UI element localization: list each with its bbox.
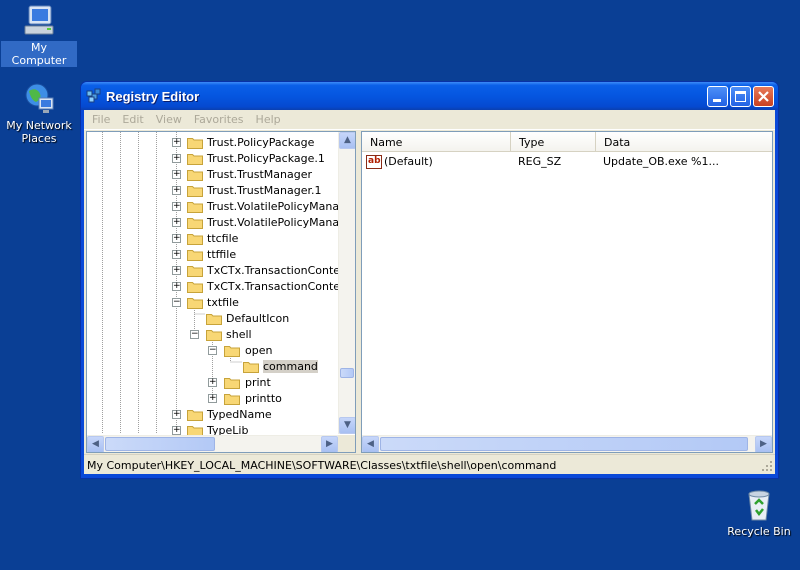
scroll-left-button[interactable]: ◀ (87, 436, 104, 452)
folder-icon (206, 314, 222, 325)
expand-icon[interactable]: + (172, 410, 181, 419)
desktop-icon-recycle-bin[interactable]: Recycle Bin (721, 488, 797, 538)
expand-icon[interactable]: + (172, 202, 181, 211)
title-bar[interactable]: Registry Editor (81, 82, 778, 110)
values-horizontal-scrollbar[interactable]: ◀ ▶ (362, 435, 772, 452)
folder-icon (224, 394, 240, 405)
expand-icon[interactable]: + (208, 378, 217, 387)
value-type: REG_SZ (518, 155, 562, 168)
column-data[interactable]: Data (596, 132, 772, 151)
computer-icon (21, 4, 57, 38)
collapse-icon[interactable]: − (208, 346, 217, 355)
folder-icon (187, 154, 203, 165)
folder-icon (187, 282, 203, 293)
expand-icon[interactable]: + (172, 138, 181, 147)
maximize-button[interactable] (730, 85, 751, 107)
expand-icon[interactable]: + (172, 426, 181, 435)
folder-icon (187, 266, 203, 277)
minimize-icon (713, 98, 721, 102)
menu-favorites[interactable]: Favorites (188, 113, 250, 126)
collapse-icon[interactable]: − (172, 298, 181, 307)
folder-open-icon (206, 330, 222, 341)
tree-horizontal-scrollbar[interactable]: ◀ ▶ (87, 435, 338, 452)
folder-icon (187, 218, 203, 229)
expand-icon[interactable]: + (172, 266, 181, 275)
column-type[interactable]: Type (511, 132, 596, 151)
menu-bar: File Edit View Favorites Help (84, 110, 775, 130)
expand-icon[interactable]: + (172, 154, 181, 163)
menu-view[interactable]: View (150, 113, 188, 126)
folder-icon (224, 378, 240, 389)
desktop-icon-my-network-places[interactable]: My Network Places (1, 82, 77, 145)
tree-vertical-scrollbar[interactable]: ▲ ▼ (338, 132, 355, 434)
value-row[interactable]: ab (Default) REG_SZ Update_OB.exe %1... (362, 153, 772, 170)
folder-open-icon (224, 346, 240, 357)
value-data: Update_OB.exe %1... (603, 155, 719, 168)
resize-grip-icon[interactable] (761, 460, 773, 472)
scroll-down-button[interactable]: ▼ (339, 417, 355, 434)
folder-open-icon (243, 362, 259, 373)
folder-icon (187, 234, 203, 245)
menu-help[interactable]: Help (250, 113, 287, 126)
column-header: Name Type Data (362, 132, 772, 152)
scroll-left-button[interactable]: ◀ (362, 436, 379, 452)
status-bar: My Computer\HKEY_LOCAL_MACHINE\SOFTWARE\… (84, 454, 775, 474)
expand-icon[interactable]: + (172, 186, 181, 195)
expand-icon[interactable]: + (172, 170, 181, 179)
status-path: My Computer\HKEY_LOCAL_MACHINE\SOFTWARE\… (87, 459, 557, 472)
column-name[interactable]: Name (362, 132, 511, 151)
window-client-area: File Edit View Favorites Help + Trust.Po… (84, 110, 775, 474)
registry-editor-window: Registry Editor File Edit View Favorites… (80, 81, 779, 479)
expand-icon[interactable]: + (172, 218, 181, 227)
expand-icon[interactable]: + (172, 282, 181, 291)
scroll-thumb[interactable] (380, 437, 748, 451)
menu-file[interactable]: File (86, 113, 116, 126)
expand-icon[interactable]: + (172, 250, 181, 259)
folder-icon (187, 138, 203, 149)
scroll-thumb[interactable] (105, 437, 215, 451)
close-button[interactable] (753, 85, 774, 107)
desktop-icon-my-computer[interactable]: My Computer (1, 4, 77, 67)
maximize-icon (735, 90, 746, 102)
collapse-icon[interactable]: − (190, 330, 199, 339)
folder-icon (187, 186, 203, 197)
recycle-bin-icon (741, 488, 777, 522)
folder-open-icon (187, 298, 203, 309)
expand-icon[interactable]: + (172, 234, 181, 243)
expand-icon[interactable]: + (208, 394, 217, 403)
folder-icon (187, 170, 203, 181)
scroll-right-button[interactable]: ▶ (755, 436, 772, 452)
folder-icon (187, 250, 203, 261)
network-places-icon (21, 82, 57, 116)
scroll-right-button[interactable]: ▶ (321, 436, 338, 452)
folder-icon (187, 202, 203, 213)
window-title: Registry Editor (106, 88, 200, 104)
string-value-icon: ab (366, 155, 382, 169)
registry-tree-pane[interactable]: + Trust.PolicyPackage + Trust.PolicyPack… (86, 131, 356, 453)
folder-icon (187, 410, 203, 421)
registry-editor-icon (86, 88, 102, 104)
registry-values-pane[interactable]: Name Type Data ab (Default) REG_SZ Updat… (361, 131, 773, 453)
menu-edit[interactable]: Edit (116, 113, 149, 126)
scroll-up-button[interactable]: ▲ (339, 132, 355, 149)
scroll-thumb[interactable] (340, 368, 354, 378)
close-icon (758, 90, 769, 102)
value-name: (Default) (384, 155, 433, 168)
minimize-button[interactable] (707, 85, 728, 107)
scrollbar-corner (338, 435, 355, 452)
